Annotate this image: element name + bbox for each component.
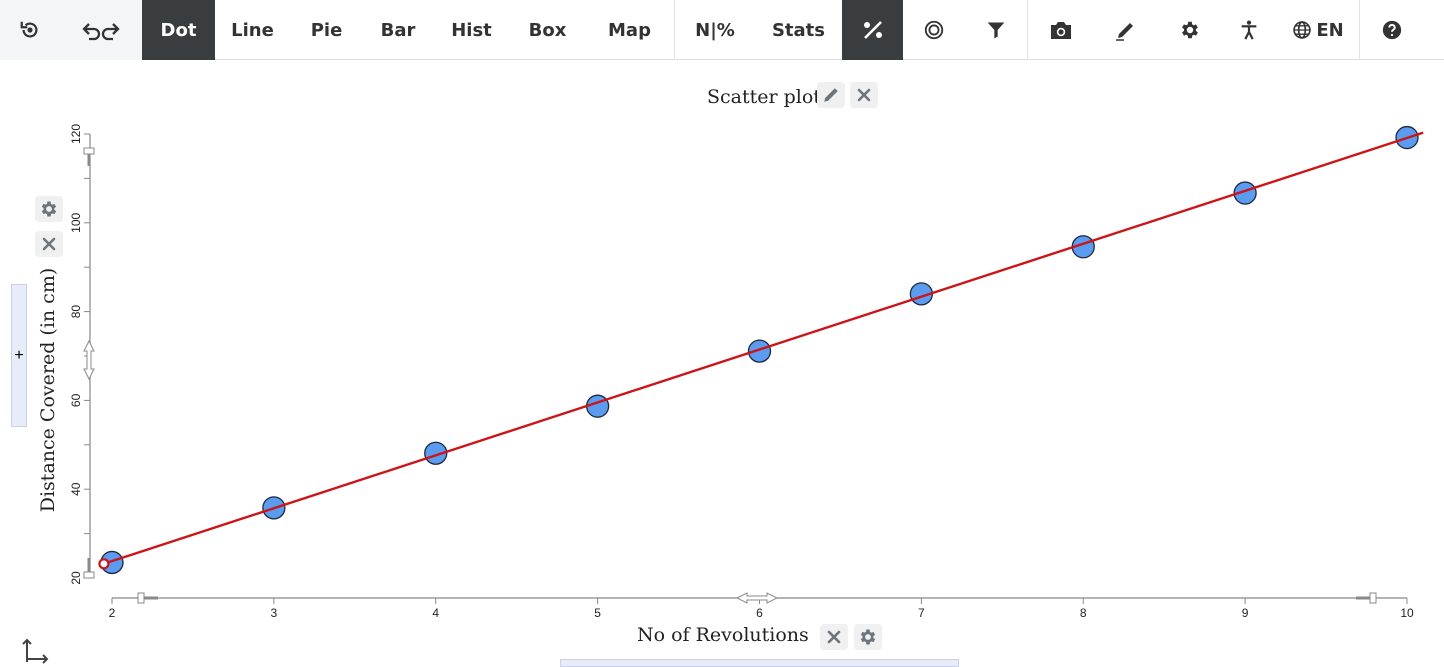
y-tick-label: 80 <box>69 305 83 319</box>
x-tick-label: 7 <box>918 606 925 620</box>
scatter-plot: 2 3 4 5 6 7 8 9 10 20 40 60 80 100 120 <box>69 124 1424 620</box>
x-tick-label: 4 <box>432 606 439 620</box>
x-tick-label: 8 <box>1080 606 1087 620</box>
y-tick-label: 60 <box>69 393 83 407</box>
x-tick-label: 6 <box>756 606 763 620</box>
x-axis-pan-handle[interactable] <box>735 592 779 604</box>
x-axis-max-handle[interactable] <box>1369 592 1377 604</box>
x-tick-label: 9 <box>1242 606 1249 620</box>
y-tick-label: 120 <box>69 124 83 144</box>
y-axis-min-handle[interactable] <box>83 571 95 579</box>
x-axis-min-handle[interactable] <box>137 592 145 604</box>
x-tick-label: 5 <box>594 606 601 620</box>
y-axis-max-handle[interactable] <box>83 147 95 155</box>
x-tick-label: 3 <box>271 606 278 620</box>
regression-line[interactable] <box>103 131 1424 565</box>
y-tick-label: 40 <box>69 482 83 496</box>
y-tick-label: 100 <box>69 212 83 232</box>
y-axis-pan-handle[interactable] <box>83 339 95 381</box>
regression-line-handle[interactable] <box>98 558 110 570</box>
y-tick-label: 20 <box>69 571 83 585</box>
x-tick-label: 2 <box>109 606 116 620</box>
x-tick-label: 10 <box>1400 606 1414 620</box>
